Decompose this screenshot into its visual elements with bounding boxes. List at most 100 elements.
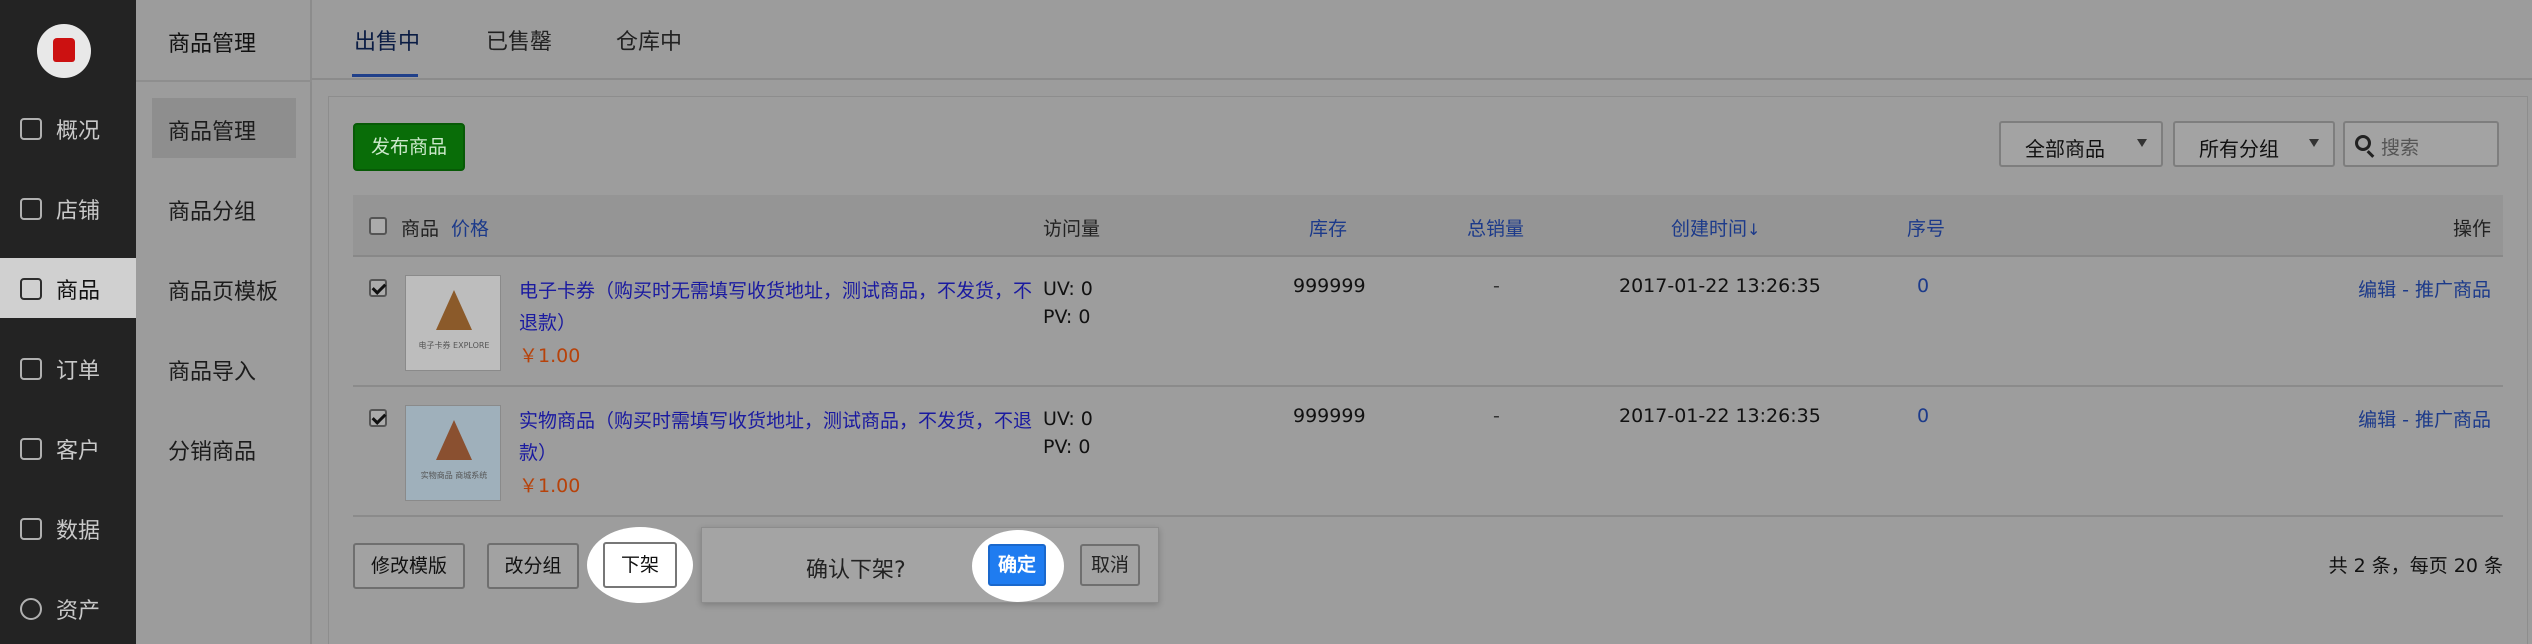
divider <box>136 80 312 82</box>
confirm-highlight: 确定 <box>972 530 1064 602</box>
user-icon <box>20 438 42 460</box>
sales-cell: - <box>1493 405 1500 427</box>
store-icon <box>20 198 42 220</box>
row-operations-links[interactable]: 编辑 - 推广商品 <box>2358 405 2491 432</box>
table-row: 实物商品 商城系统 实物商品（购买时需填写收货地址，测试商品，不发货，不退款） … <box>353 387 2503 517</box>
subnav-item-product-groups[interactable]: 商品分组 <box>152 178 296 238</box>
pv-count: PV: 0 <box>1043 306 1091 328</box>
table-row: 电子卡券 EXPLORE 电子卡券（购买时无需填写收货地址，测试商品，不发货，不… <box>353 257 2503 387</box>
nav-item-label: 商品 <box>56 279 101 304</box>
seq-cell-link[interactable]: 0 <box>1917 275 1929 297</box>
table-header: 商品 价格 访问量 库存 总销量 创建时间↓ 序号 操作 <box>353 195 2503 257</box>
subnav-item-distribution[interactable]: 分销商品 <box>152 418 296 478</box>
nav-item-label: 资产 <box>56 599 101 624</box>
main-sidebar: 概况 店铺 商品 订单 客户 数据 资产 <box>0 0 136 644</box>
nav-item-products[interactable]: 商品 <box>0 258 136 318</box>
confirm-message: 确认下架? <box>806 558 906 583</box>
product-image <box>436 290 472 330</box>
header-price-sort[interactable]: 价格 <box>451 214 489 241</box>
stock-cell: 999999 <box>1293 405 1366 427</box>
uv-count: UV: 0 <box>1043 408 1093 430</box>
row-checkbox[interactable] <box>369 409 387 427</box>
stock-cell: 999999 <box>1293 275 1366 297</box>
nav-item-orders[interactable]: 订单 <box>0 338 136 398</box>
created-time-cell: 2017-01-22 13:26:35 <box>1619 405 1821 427</box>
subnav-item-import[interactable]: 商品导入 <box>152 338 296 398</box>
thumbs-up-icon <box>53 38 75 62</box>
chevron-down-icon <box>2309 139 2319 147</box>
group-filter-value: 所有分组 <box>2199 137 2279 161</box>
product-name-link[interactable]: 电子卡券（购买时无需填写收货地址，测试商品，不发货，不退款） <box>519 275 1039 339</box>
product-type-filter[interactable]: 全部商品 <box>1999 121 2163 167</box>
sub-sidebar-title: 商品管理 <box>168 32 257 57</box>
product-image <box>436 420 472 460</box>
subnav-item-label: 商品导入 <box>168 360 257 385</box>
thumbnail-caption: 电子卡券 EXPLORE <box>418 341 490 350</box>
nav-item-label: 店铺 <box>56 199 101 224</box>
header-visits: 访问量 <box>1043 218 1101 240</box>
edit-template-button[interactable]: 修改模版 <box>353 543 465 589</box>
nav-item-label: 数据 <box>56 519 101 544</box>
sort-down-arrow-icon: ↓ <box>1747 220 1761 239</box>
nav-item-label: 订单 <box>56 359 101 384</box>
nav-item-assets[interactable]: 资产 <box>0 578 136 638</box>
search-input[interactable]: 搜索 <box>2343 121 2499 167</box>
nav-item-label: 概况 <box>56 119 101 144</box>
sub-sidebar: 商品管理 商品管理 商品分组 商品页模板 商品导入 分销商品 <box>136 0 312 644</box>
header-created-label: 创建时间 <box>1671 218 1748 240</box>
pagination-summary: 共 2 条，每页 20 条 <box>2328 555 2503 577</box>
publish-product-button[interactable]: 发布商品 <box>353 123 465 171</box>
subnav-item-label: 分销商品 <box>168 440 257 465</box>
header-product: 商品 <box>401 218 440 240</box>
tab-warehouse[interactable]: 仓库中 <box>616 24 682 56</box>
dashboard-icon <box>20 118 42 140</box>
header-operations: 操作 <box>2452 218 2491 240</box>
pv-count: PV: 0 <box>1043 436 1091 458</box>
search-placeholder: 搜索 <box>2381 137 2420 159</box>
header-seq-sort[interactable]: 序号 <box>1907 214 1945 241</box>
subnav-item-label: 商品页模板 <box>168 280 279 305</box>
product-thumbnail[interactable]: 电子卡券 EXPLORE <box>405 275 501 371</box>
header-stock-sort[interactable]: 库存 <box>1309 214 1347 241</box>
nav-item-data[interactable]: 数据 <box>0 498 136 558</box>
header-sales-sort[interactable]: 总销量 <box>1467 214 1524 241</box>
confirm-delist-popover: 确认下架? 确定 取消 <box>701 527 1159 603</box>
header-created-sort[interactable]: 创建时间↓ <box>1671 214 1760 241</box>
search-icon <box>2355 135 2371 151</box>
tab-sold-out[interactable]: 已售罄 <box>486 24 552 56</box>
product-price: ￥1.00 <box>519 475 581 497</box>
seq-cell-link[interactable]: 0 <box>1917 405 1929 427</box>
cancel-button[interactable]: 取消 <box>1080 544 1140 586</box>
product-list-panel: 发布商品 全部商品 所有分组 搜索 商品 价格 访问量 库存 总销量 创建时间↓… <box>328 96 2528 644</box>
subnav-item-product-manage[interactable]: 商品管理 <box>152 98 296 158</box>
subnav-item-page-templates[interactable]: 商品页模板 <box>152 258 296 318</box>
product-type-filter-value: 全部商品 <box>2025 137 2105 161</box>
delist-button[interactable]: 下架 <box>603 542 677 588</box>
yuan-icon <box>20 598 42 620</box>
change-group-button[interactable]: 改分组 <box>487 543 579 589</box>
row-checkbox[interactable] <box>369 279 387 297</box>
subnav-item-label: 商品分组 <box>168 200 257 225</box>
thumbnail-caption: 实物商品 商城系统 <box>420 471 488 480</box>
nav-item-overview[interactable]: 概况 <box>0 98 136 158</box>
nav-item-customers[interactable]: 客户 <box>0 418 136 478</box>
group-filter[interactable]: 所有分组 <box>2173 121 2335 167</box>
created-time-cell: 2017-01-22 13:26:35 <box>1619 275 1821 297</box>
product-thumbnail[interactable]: 实物商品 商城系统 <box>405 405 501 501</box>
visits-cell: UV: 0 PV: 0 <box>1043 405 1093 461</box>
document-icon <box>20 358 42 380</box>
tag-icon <box>20 278 42 300</box>
chevron-down-icon <box>2137 139 2147 147</box>
uv-count: UV: 0 <box>1043 278 1093 300</box>
nav-item-label: 客户 <box>56 439 101 464</box>
product-price: ￥1.00 <box>519 345 581 367</box>
select-all-checkbox[interactable] <box>369 217 387 235</box>
tab-on-sale[interactable]: 出售中 <box>354 24 420 56</box>
row-operations-links[interactable]: 编辑 - 推广商品 <box>2358 275 2491 302</box>
nav-item-store[interactable]: 店铺 <box>0 178 136 238</box>
logo[interactable] <box>37 24 91 78</box>
status-tabs: 出售中 已售罄 仓库中 <box>312 0 2532 80</box>
bar-chart-icon <box>20 518 42 540</box>
confirm-button[interactable]: 确定 <box>988 544 1046 586</box>
product-name-link[interactable]: 实物商品（购买时需填写收货地址，测试商品，不发货，不退款） <box>519 405 1039 469</box>
